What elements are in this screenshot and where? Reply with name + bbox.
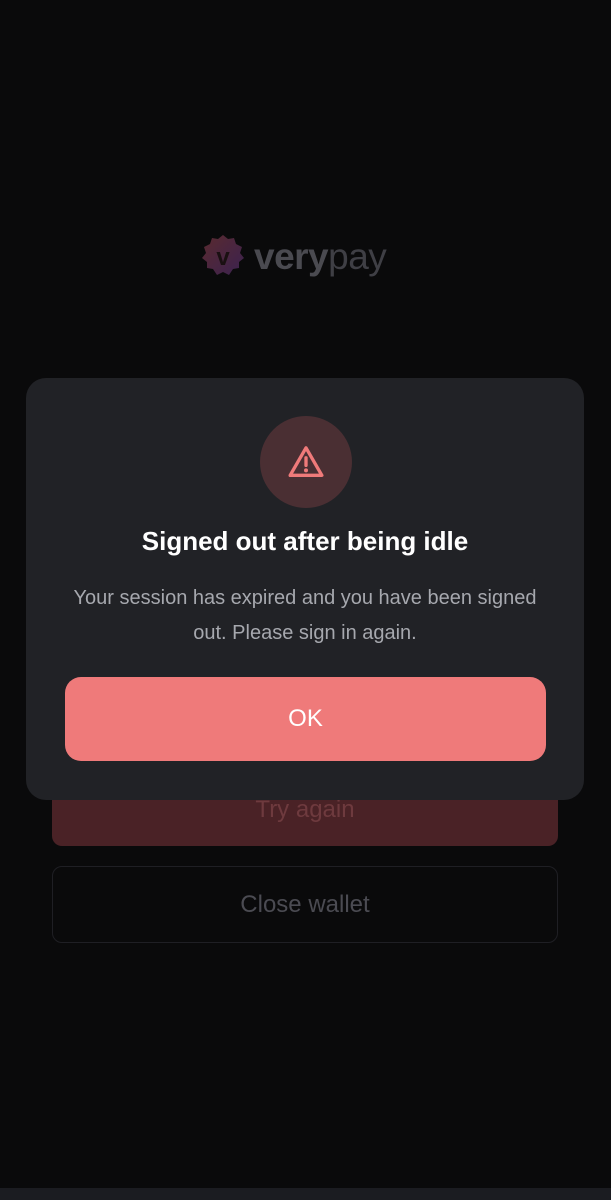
close-wallet-button: Close wallet [52,866,558,943]
verypay-logo: v verypay [200,232,387,280]
app-screen: v verypay Try again Close wallet Signed … [0,0,611,1200]
brand-name: verypay [254,235,387,277]
ok-button[interactable]: OK [65,677,546,761]
warning-triangle-icon [288,446,324,477]
system-navigation-bar [0,1188,611,1200]
dialog-title: Signed out after being idle [141,526,469,556]
warning-icon-badge [260,416,352,508]
verypay-logo-icon: v [202,235,244,275]
dialog-message: Your session has expired and you have be… [73,587,537,644]
signed-out-dialog: Signed out after being idle Your session… [26,378,584,800]
brand-name-very: very [254,235,329,277]
logo-letter: v [216,244,230,271]
brand-name-pay: pay [328,235,387,277]
